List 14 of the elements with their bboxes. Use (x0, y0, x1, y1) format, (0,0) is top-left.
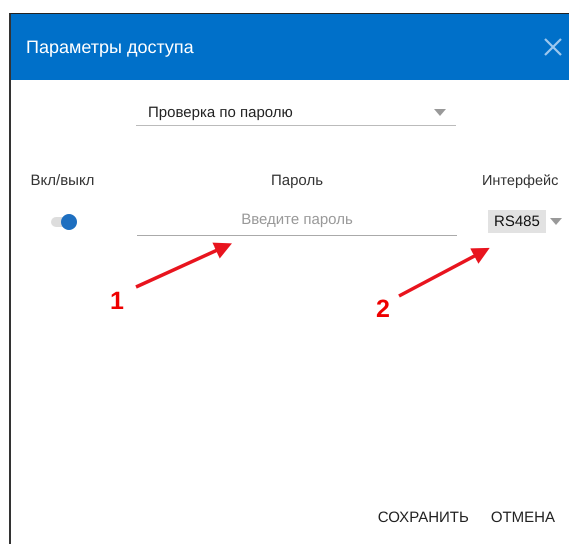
caret-icon (550, 218, 562, 225)
close-icon[interactable] (543, 37, 563, 57)
column-header: Пароль (270, 172, 324, 189)
column-header: Интерфейс (482, 172, 558, 188)
column-header: Вкл/выкл (30, 172, 94, 189)
mode-dropdown[interactable]: Проверка по паролю (136, 100, 456, 126)
cancel-button[interactable]: ОТМЕНА (488, 505, 557, 530)
caret-icon (434, 109, 446, 116)
annotation-number: 1 (110, 289, 124, 314)
dialog-title: Параметры доступа (26, 36, 194, 58)
interface-dropdown[interactable]: RS485 (488, 210, 546, 233)
toggle-switch[interactable] (48, 214, 76, 230)
save-button[interactable]: СОХРАНИТЬ (376, 505, 471, 530)
annotation-number: 2 (376, 297, 390, 322)
